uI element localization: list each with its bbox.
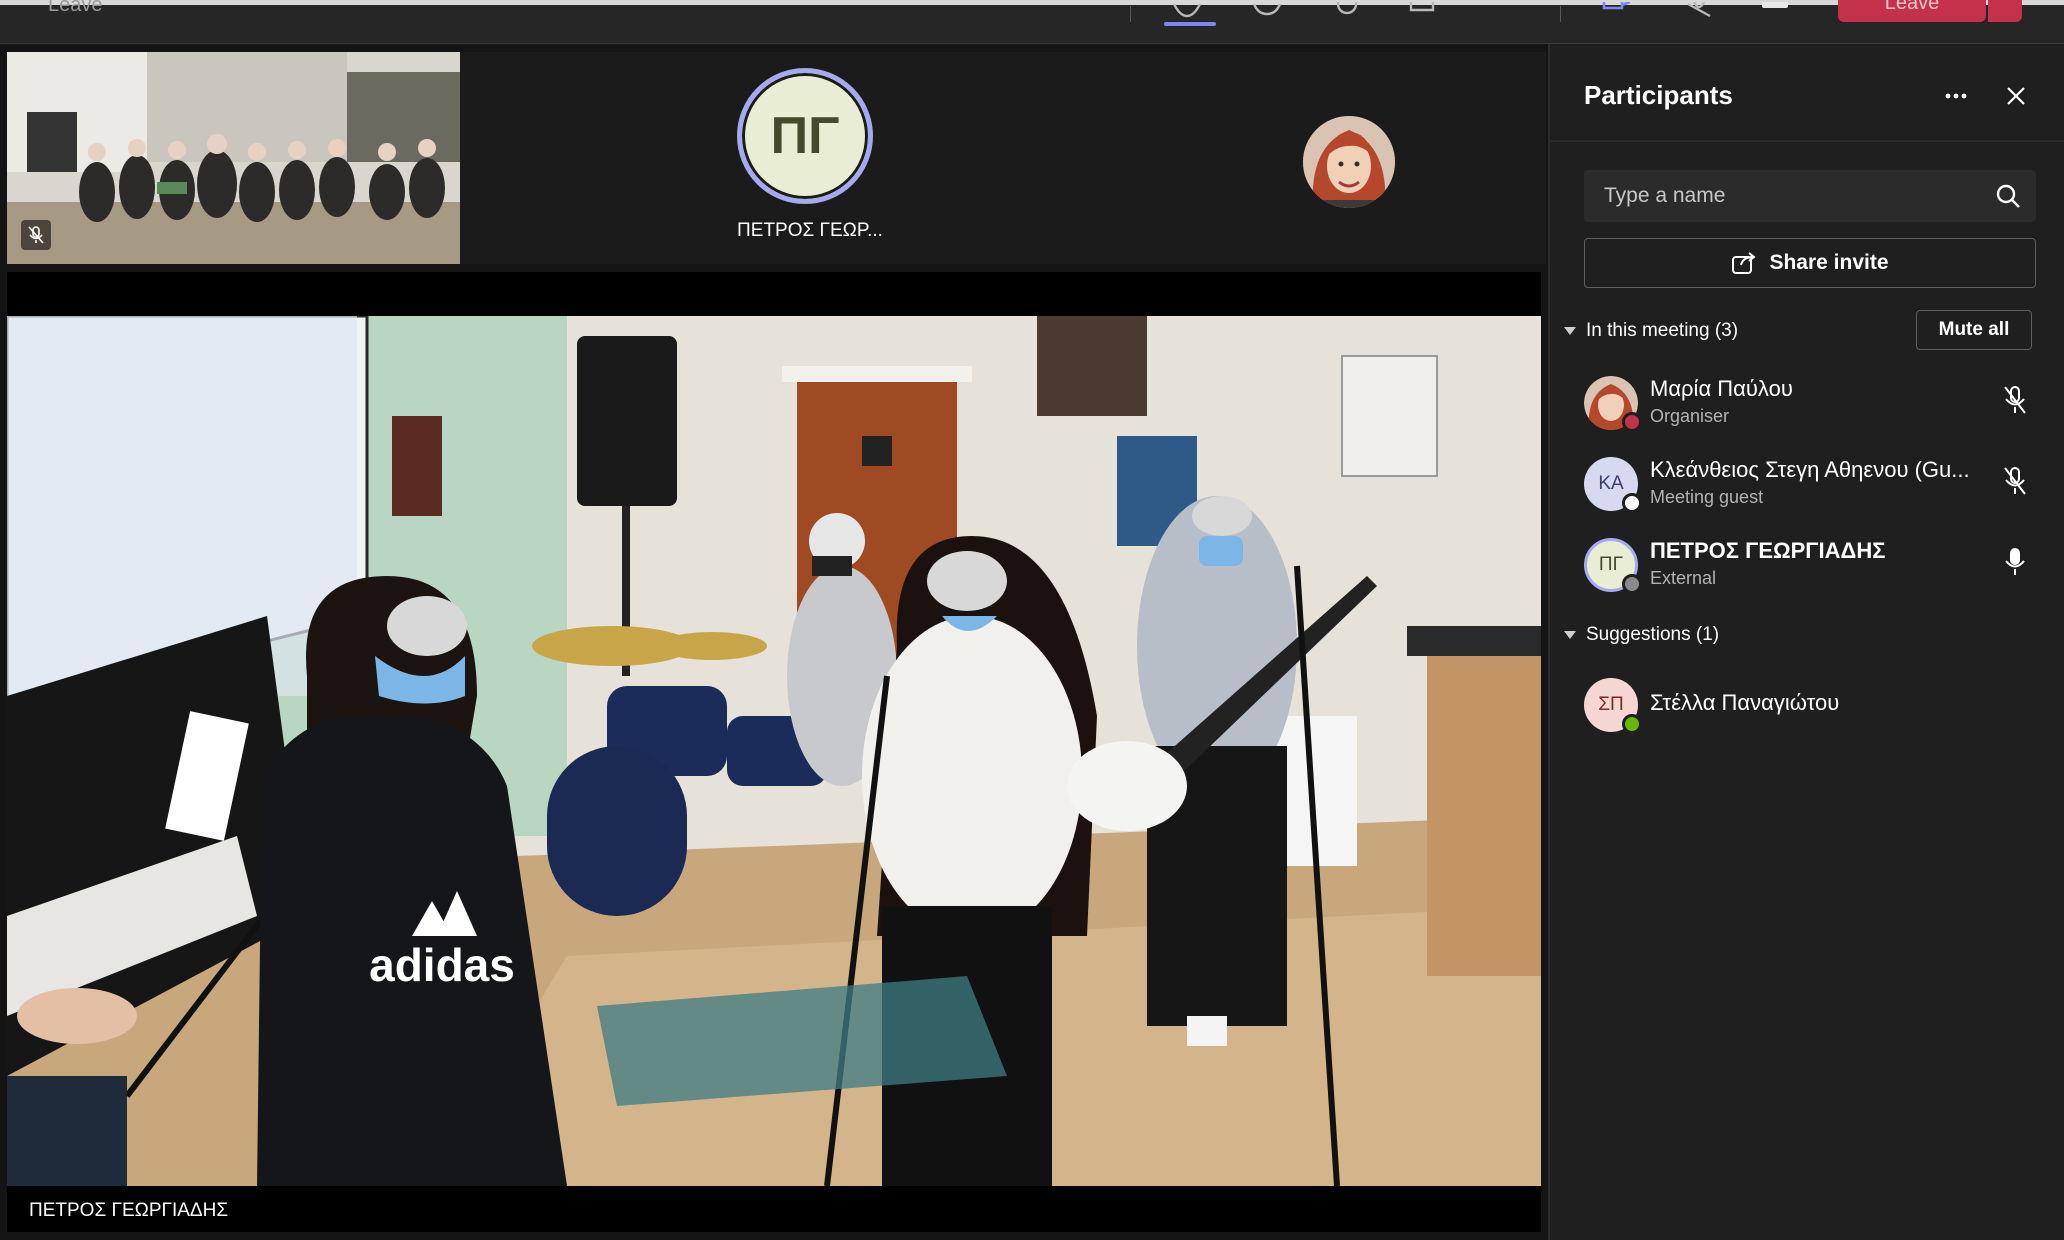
close-panel-button[interactable] xyxy=(1996,78,2036,114)
search-icon[interactable] xyxy=(1994,182,2022,210)
leave-button[interactable]: Leave xyxy=(1838,0,1986,22)
available-status-icon xyxy=(1622,714,1642,734)
tile-participant-name: ΠΕΤΡΟΣ ΓΕΩΡ... xyxy=(737,220,883,241)
offline-status-icon xyxy=(1622,574,1642,594)
mute-all-button[interactable]: Mute all xyxy=(1916,310,2032,350)
rooms-icon[interactable] xyxy=(1405,2,1439,18)
participants-panel: Participants Share invite xyxy=(1548,44,2064,1240)
mic-icon[interactable] xyxy=(1682,1,1716,18)
muted-indicator xyxy=(21,220,51,250)
participant-name: ΠΕΤΡΟΣ ΓΕΩΡΓΙΑΔΗΣ xyxy=(1650,538,1886,563)
participant-name: Κλεάνθειος Στεγη Αθηενου (Gu... xyxy=(1650,457,1970,482)
in-meeting-label: In this meeting (3) xyxy=(1586,320,1739,341)
participant-role: Organiser xyxy=(1650,406,1730,426)
main-video-feed[interactable]: adidas ΠΕΤΡΟΣ ΓΕΩΡΓΙΑΔΗΣ xyxy=(7,272,1541,1232)
status-unknown-icon xyxy=(1622,493,1642,513)
video-stage: ΠΓ ΠΕΤΡΟΣ ΓΕΩΡ... adidas ΠΕΤΡΟΣ ΓΕΩΡΓΙΑΔ… xyxy=(0,44,1548,1240)
avatar: ΠΓ xyxy=(737,68,873,204)
mic-off-icon xyxy=(28,226,44,244)
busy-status-icon xyxy=(1622,412,1642,432)
teams-meeting-window: Leave Leave ΠΓ ΠΕΤΡΟΣ ΓΕΩΡ... adidas ΠΕΤ… xyxy=(0,0,2064,1240)
participant-search xyxy=(1584,170,2036,222)
share-invite-button[interactable]: Share invite xyxy=(1584,238,2036,288)
toolbar-ghost-text: Leave xyxy=(48,0,103,16)
participant-tile-maria[interactable] xyxy=(1160,52,1546,264)
camera-icon[interactable] xyxy=(1600,0,1634,18)
people-icon[interactable] xyxy=(1170,2,1204,18)
close-icon xyxy=(2007,87,2025,105)
participant-tile-petros[interactable]: ΠΓ ΠΕΤΡΟΣ ΓΕΩΡ... xyxy=(460,52,1160,264)
suggestions-label: Suggestions (1) xyxy=(1586,624,1720,645)
search-input[interactable] xyxy=(1584,170,1984,222)
more-icon xyxy=(1945,93,1967,99)
chevron-down-icon xyxy=(1564,327,1576,335)
in-meeting-section-toggle[interactable]: In this meeting (3) xyxy=(1564,320,1738,342)
participant-role: Meeting guest xyxy=(1650,487,1764,507)
profile-photo xyxy=(1303,116,1395,208)
band-video-scene: adidas xyxy=(7,316,1541,1186)
room-video-tile[interactable] xyxy=(7,52,460,264)
mic-off-icon[interactable] xyxy=(2000,384,2030,416)
participant-name: Μαρία Παύλου xyxy=(1650,376,1793,401)
share-icon xyxy=(1732,252,1757,274)
participant-row[interactable]: Μαρία Παύλου Organiser xyxy=(1584,370,2044,440)
suggestions-section-toggle[interactable]: Suggestions (1) xyxy=(1564,624,1719,646)
mic-on-icon[interactable] xyxy=(2000,546,2030,578)
suggestion-row[interactable]: ΣΠ Στέλλα Παναγιώτου xyxy=(1584,672,2044,742)
share-screen-icon[interactable] xyxy=(1758,0,1792,18)
participant-row[interactable]: ΚΑ Κλεάνθειος Στεγη Αθηενου (Gu... Meeti… xyxy=(1584,451,2044,521)
panel-divider xyxy=(1550,140,2064,142)
shirt-logo-text: adidas xyxy=(369,939,515,991)
more-options-button[interactable] xyxy=(1936,78,1976,114)
active-speaker-name: ΠΕΤΡΟΣ ΓΕΩΡΓΙΑΔΗΣ xyxy=(29,1200,229,1221)
toolbar-divider xyxy=(1560,6,1561,22)
meeting-toolbar: Leave Leave xyxy=(0,0,2064,44)
participant-name: Στέλλα Παναγιώτου xyxy=(1650,690,1840,715)
avatar xyxy=(1303,116,1395,208)
chat-icon[interactable] xyxy=(1250,2,1284,18)
panel-title: Participants xyxy=(1584,80,1733,110)
reactions-icon[interactable] xyxy=(1330,0,1364,18)
leave-options-button[interactable] xyxy=(1988,0,2022,22)
participant-row[interactable]: ΠΓ ΠΕΤΡΟΣ ΓΕΩΡΓΙΑΔΗΣ External xyxy=(1584,532,2044,602)
chevron-down-icon xyxy=(1564,631,1576,639)
active-tab-indicator xyxy=(1164,22,1216,26)
share-invite-label: Share invite xyxy=(1769,251,1889,274)
participant-role: External xyxy=(1650,568,1717,588)
window-edge xyxy=(0,0,2064,5)
room-video-feed xyxy=(7,52,460,264)
mic-off-icon[interactable] xyxy=(2000,465,2030,497)
toolbar-divider xyxy=(1130,6,1131,22)
